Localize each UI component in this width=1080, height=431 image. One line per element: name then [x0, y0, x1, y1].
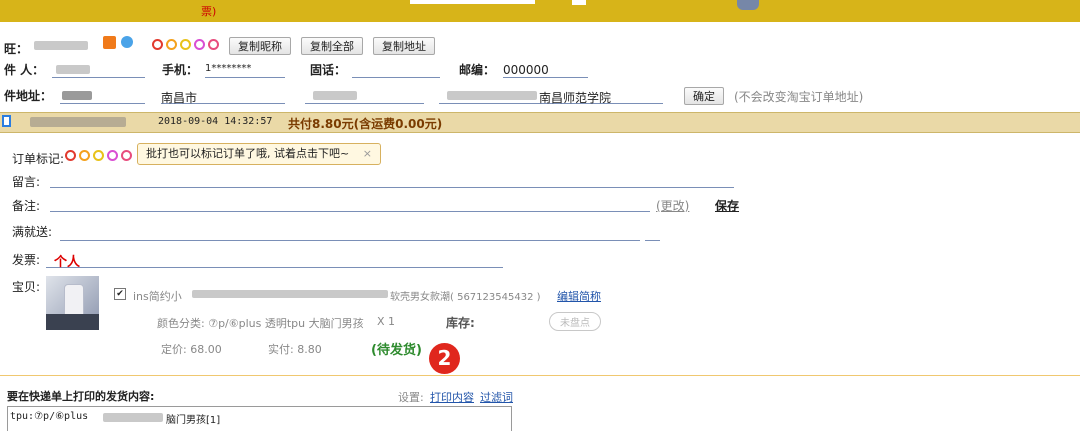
district-field[interactable]: [305, 89, 424, 104]
filter-words-link[interactable]: 过滤词: [480, 389, 513, 405]
order-total: 共付8.80元(含运费0.00元): [288, 117, 443, 131]
address-note: (不会改变淘宝订单地址): [734, 90, 864, 104]
print-content-textarea[interactable]: tpu:⑦p/⑥plus 脑门男孩[1]: [7, 406, 512, 431]
stock-button[interactable]: 未盘点: [549, 312, 601, 331]
wangwang-icon[interactable]: [103, 36, 116, 49]
item-qty: X 1: [377, 315, 396, 328]
street-field[interactable]: 南昌师范学院: [439, 89, 663, 105]
flag-pink-icon[interactable]: [208, 39, 219, 50]
invoice-label: 发票:: [12, 253, 41, 267]
zip-label: 邮编：: [459, 63, 496, 77]
section-divider: [0, 375, 1080, 376]
mark-yellow-icon[interactable]: [93, 150, 104, 161]
province-field[interactable]: [60, 89, 145, 104]
landline-label: 固话：: [310, 63, 347, 77]
blurred-order-id: [30, 117, 126, 127]
item-title-start: ins简约小: [133, 290, 182, 303]
item-title-end: 软壳男女款潮( 567123545432 ): [390, 292, 541, 303]
mark-label: 订单标记:: [12, 152, 65, 166]
print-content-start: tpu:⑦p/⑥plus: [10, 411, 89, 422]
top-bar-text: 票): [201, 5, 217, 18]
top-avatar: [737, 0, 759, 10]
flag-circles[interactable]: [152, 39, 222, 53]
order-bar: 2018-09-04 14:32:57 共付8.80元(含运费0.00元): [0, 112, 1080, 133]
flag-yellow-icon[interactable]: [180, 39, 191, 50]
message-field[interactable]: [50, 173, 734, 188]
phone-label: 手机：: [162, 63, 199, 77]
item-price: 定价: 68.00: [161, 343, 222, 356]
order-status: (待发货): [371, 343, 422, 358]
blurred-nickname: [34, 41, 88, 50]
copy-all-button[interactable]: 复制全部: [301, 37, 363, 55]
top-box-edge[interactable]: [572, 0, 586, 5]
qq-icon[interactable]: [121, 36, 133, 48]
mark-circles[interactable]: [65, 150, 135, 164]
print-content-end: 脑门男孩[1]: [166, 415, 221, 426]
mark-tip: 批打也可以标记订单了哦, 试着点击下吧~ ×: [137, 143, 381, 165]
item-label: 宝贝:: [12, 280, 41, 294]
top-input-edge[interactable]: [410, 0, 535, 4]
mark-red-icon[interactable]: [65, 150, 76, 161]
flag-orange-icon[interactable]: [166, 39, 177, 50]
mark-pink-icon[interactable]: [121, 150, 132, 161]
gift-field-end[interactable]: [645, 226, 660, 241]
order-checkbox[interactable]: [2, 115, 11, 127]
flag-red-icon[interactable]: [152, 39, 163, 50]
remark-field[interactable]: [50, 197, 650, 212]
gift-label: 满就送:: [12, 225, 53, 239]
phone-field[interactable]: 1********: [205, 63, 285, 78]
remark-label: 备注:: [12, 199, 41, 213]
confirm-address-button[interactable]: 确定: [684, 87, 724, 105]
street-suffix: 南昌师范学院: [539, 91, 612, 105]
blurred-item-title: [192, 290, 388, 298]
stock-label: 库存:: [446, 316, 475, 330]
item-spec: 颜色分类: ⑦p/⑥plus 透明tpu 大脑门男孩: [157, 317, 364, 330]
edit-name-link[interactable]: 编辑简称: [557, 288, 601, 304]
copy-address-button[interactable]: 复制地址: [373, 37, 435, 55]
item-checkbox[interactable]: ✔: [114, 288, 126, 300]
receiver-field[interactable]: [52, 63, 145, 78]
print-content-link[interactable]: 打印内容: [430, 389, 474, 405]
copy-nick-button[interactable]: 复制昵称: [229, 37, 291, 55]
print-section-title: 要在快递单上打印的发货内容:: [7, 390, 155, 403]
print-settings-label: 设置:: [398, 391, 424, 404]
step-badge: 2: [429, 343, 460, 374]
top-bar: 票): [0, 0, 1080, 22]
address-label: 件地址：: [4, 89, 53, 103]
receiver-label: 件 人：: [4, 63, 45, 77]
item-paid: 实付: 8.80: [268, 343, 322, 356]
gift-field[interactable]: [60, 226, 640, 241]
mark-orange-icon[interactable]: [79, 150, 90, 161]
mark-purple-icon[interactable]: [107, 150, 118, 161]
mark-tip-close-icon[interactable]: ×: [363, 147, 372, 160]
city-field[interactable]: 南昌市: [161, 89, 285, 105]
wangwang-label: 旺：: [4, 42, 29, 56]
save-remark-button[interactable]: 保存: [715, 197, 739, 214]
change-remark-link[interactable]: (更改): [656, 197, 689, 214]
invoice-field[interactable]: 个人: [46, 251, 503, 270]
landline-field[interactable]: [352, 63, 440, 78]
order-datetime: 2018-09-04 14:32:57: [158, 116, 273, 127]
flag-purple-icon[interactable]: [194, 39, 205, 50]
invoice-value: 个人: [54, 255, 81, 270]
mark-tip-text: 批打也可以标记订单了哦, 试着点击下吧~: [146, 147, 350, 160]
message-label: 留言:: [12, 175, 41, 189]
item-thumbnail[interactable]: [46, 276, 99, 330]
zip-field[interactable]: 000000: [503, 63, 588, 78]
